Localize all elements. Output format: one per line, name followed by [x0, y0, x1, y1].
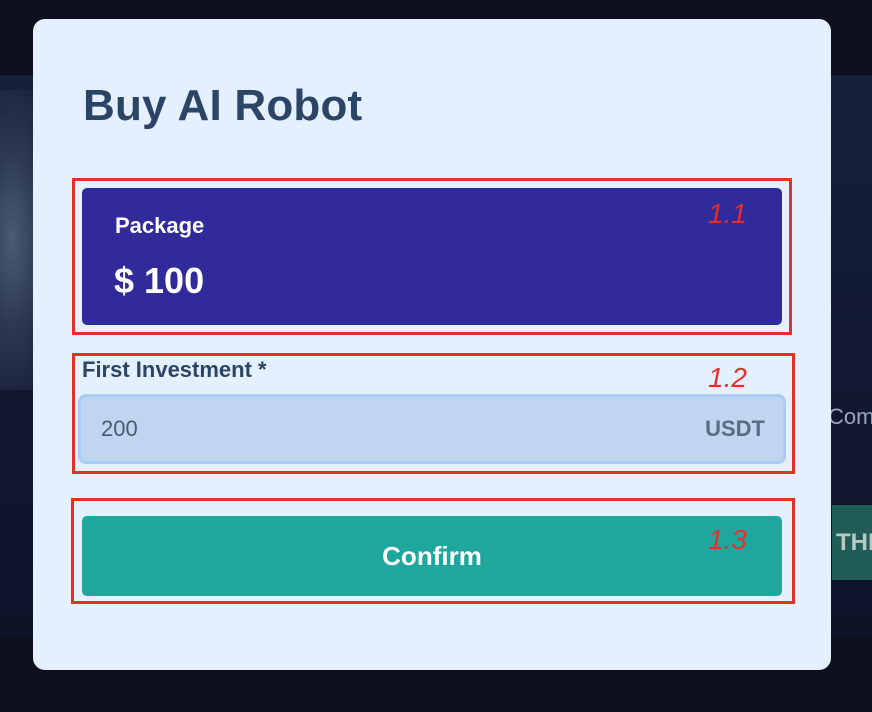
- screen: Com THI Buy AI Robot Package $ 100 First…: [0, 0, 872, 712]
- annotation-label-3: 1.3: [708, 524, 747, 555]
- background-partial-button: THI: [832, 505, 872, 580]
- annotation-box-2: [72, 353, 795, 474]
- modal-title: Buy AI Robot: [83, 81, 363, 130]
- background-partial-text: Com: [828, 404, 872, 429]
- annotation-box-3: [71, 498, 795, 604]
- annotation-box-1: [72, 178, 792, 335]
- annotation-label-2: 1.2: [708, 362, 747, 393]
- annotation-label-1: 1.1: [708, 198, 747, 229]
